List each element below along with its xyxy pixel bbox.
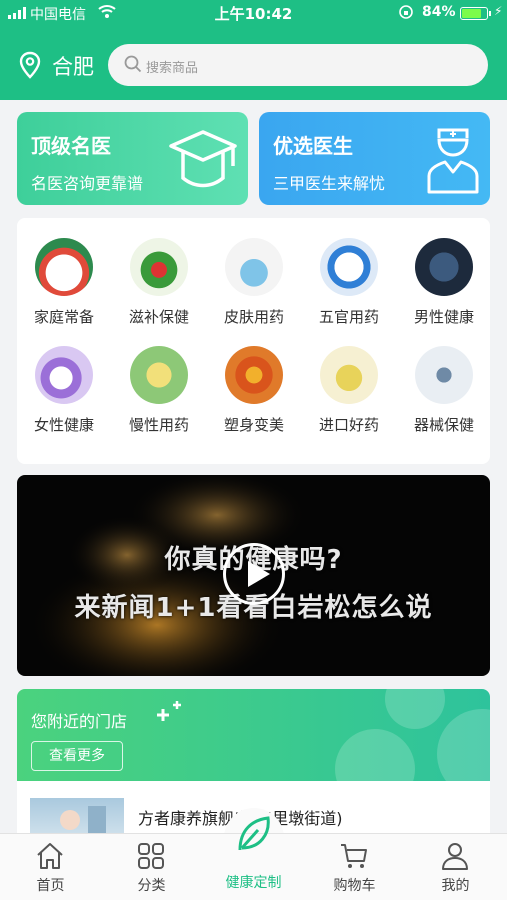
decor-bubble bbox=[385, 689, 445, 729]
doctor-icon bbox=[427, 128, 479, 194]
category-label: 滋补保健 bbox=[128, 308, 189, 326]
category-label: 慢性用药 bbox=[128, 416, 189, 434]
category-skin-medicine[interactable]: 皮肤用药 bbox=[209, 238, 299, 327]
search-placeholder: 搜索商品 bbox=[146, 61, 199, 76]
home-icon bbox=[37, 843, 63, 869]
tab-label: 健康定制 bbox=[225, 875, 282, 891]
category-label: 五官用药 bbox=[318, 308, 379, 326]
card-subtitle: 三甲医生来解忧 bbox=[273, 174, 386, 193]
location-pin-icon[interactable] bbox=[18, 51, 42, 79]
tab-label: 我的 bbox=[441, 878, 470, 894]
video-banner[interactable]: 你真的健康吗? 来新闻1+1看看白岩松怎么说 bbox=[17, 475, 490, 676]
category-label: 女性健康 bbox=[33, 416, 94, 434]
category-mens-health[interactable]: 男性健康 bbox=[399, 238, 489, 327]
category-image bbox=[415, 238, 473, 296]
search-icon bbox=[124, 55, 142, 73]
tab-mine[interactable]: 我的 bbox=[405, 834, 506, 900]
category-womens-health[interactable]: 女性健康 bbox=[19, 346, 109, 435]
city-selector[interactable]: 合肥 bbox=[52, 51, 94, 81]
category-image bbox=[320, 346, 378, 404]
category-chronic-medicine[interactable]: 慢性用药 bbox=[114, 346, 204, 435]
card-title: 顶级名医 bbox=[31, 134, 111, 158]
play-button[interactable] bbox=[223, 543, 285, 605]
cart-icon bbox=[341, 844, 367, 868]
battery-tip bbox=[489, 11, 491, 16]
graduation-cap-icon bbox=[169, 130, 237, 188]
tab-category[interactable]: 分类 bbox=[101, 834, 202, 900]
tab-health-custom[interactable]: 健康定制 bbox=[203, 816, 304, 900]
battery-percent: 84% bbox=[422, 4, 456, 20]
tab-label: 购物车 bbox=[333, 878, 376, 894]
category-label: 进口好药 bbox=[318, 416, 379, 434]
tab-home[interactable]: 首页 bbox=[0, 834, 101, 900]
category-image bbox=[225, 346, 283, 404]
tab-label: 首页 bbox=[36, 878, 65, 894]
leaf-icon bbox=[238, 816, 270, 851]
preferred-doctor-card[interactable]: 优选医生 三甲医生来解忧 bbox=[259, 112, 490, 205]
category-medical-devices[interactable]: 器械保健 bbox=[399, 346, 489, 435]
category-ent-medicine[interactable]: 五官用药 bbox=[304, 238, 394, 327]
category-nutrition[interactable]: 滋补保健 bbox=[114, 238, 204, 327]
category-image bbox=[225, 238, 283, 296]
view-more-button[interactable]: 查看更多 bbox=[31, 741, 123, 771]
user-icon bbox=[442, 843, 468, 870]
card-subtitle: 名医咨询更靠谱 bbox=[31, 174, 144, 193]
header: 中国电信 上午10:42 84% ⚡ 合肥 搜索商品 bbox=[0, 0, 507, 100]
battery-fill bbox=[462, 9, 482, 18]
category-label: 男性健康 bbox=[413, 308, 474, 326]
sparkle-plus-icon bbox=[157, 701, 181, 721]
decor-bubble bbox=[437, 709, 490, 781]
category-image bbox=[415, 346, 473, 404]
bottom-tab-bar: 首页 分类 健康定制 购物车 我的 bbox=[0, 816, 507, 900]
nearby-stores-header: 您附近的门店 查看更多 bbox=[17, 689, 490, 781]
category-label: 家庭常备 bbox=[33, 308, 94, 326]
search-input[interactable]: 搜索商品 bbox=[108, 44, 488, 86]
category-label: 皮肤用药 bbox=[223, 308, 284, 326]
category-image bbox=[130, 346, 188, 404]
tab-label: 分类 bbox=[137, 878, 166, 894]
category-grid-icon bbox=[138, 843, 164, 869]
battery-icon bbox=[460, 7, 488, 20]
decor-bubble bbox=[335, 729, 415, 781]
category-label: 器械保健 bbox=[413, 416, 474, 434]
category-image bbox=[320, 238, 378, 296]
category-body-shaping[interactable]: 塑身变美 bbox=[209, 346, 299, 435]
category-family-essentials[interactable]: 家庭常备 bbox=[19, 238, 109, 327]
rotation-lock-icon bbox=[399, 5, 413, 19]
top-doctor-card[interactable]: 顶级名医 名医咨询更靠谱 bbox=[17, 112, 248, 205]
status-bar: 中国电信 上午10:42 84% ⚡ bbox=[0, 0, 507, 28]
tab-cart[interactable]: 购物车 bbox=[304, 834, 405, 900]
category-imported-medicine[interactable]: 进口好药 bbox=[304, 346, 394, 435]
nearby-title: 您附近的门店 bbox=[31, 712, 128, 731]
category-image bbox=[35, 346, 93, 404]
category-grid: 家庭常备 滋补保健 皮肤用药 五官用药 男性健康 女性健康 慢性用药 塑身变美 … bbox=[17, 218, 490, 464]
charging-icon: ⚡ bbox=[494, 4, 503, 18]
category-label: 塑身变美 bbox=[223, 416, 284, 434]
category-image bbox=[35, 238, 93, 296]
card-title: 优选医生 bbox=[273, 134, 353, 158]
category-image bbox=[130, 238, 188, 296]
